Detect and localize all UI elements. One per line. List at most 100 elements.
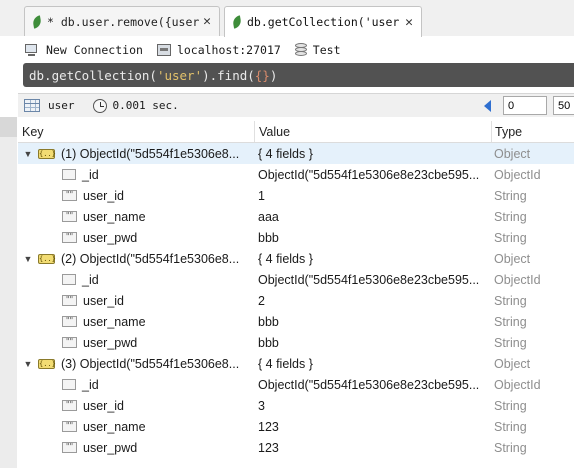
column-header-value[interactable]: Value — [255, 121, 492, 142]
field-row[interactable]: "" user_id 3 String — [18, 395, 574, 416]
document-label: (1) ObjectId("5d554f1e5306e8... — [61, 146, 240, 161]
field-row[interactable]: _id ObjectId("5d554f1e5306e8e23cbe595...… — [18, 374, 574, 395]
server-icon — [156, 43, 171, 56]
value-cell: { 4 fields } — [258, 251, 313, 266]
tab-title: db.getCollection('user'). — [247, 15, 401, 29]
query-method: ).find( — [202, 67, 255, 83]
skip-input[interactable] — [503, 96, 547, 115]
key-cell: "" user_id — [18, 185, 255, 206]
close-icon[interactable]: ✕ — [405, 15, 413, 30]
query-collection: 'user' — [156, 67, 203, 83]
field-key: _id — [82, 377, 99, 392]
field-row[interactable]: "" user_pwd 123 String — [18, 437, 574, 458]
type-cell: String — [494, 230, 527, 245]
key-cell: "" user_id — [18, 290, 255, 311]
value-cell: { 4 fields } — [258, 356, 313, 371]
value-cell: aaa — [258, 209, 279, 224]
connection-name-label: New Connection — [46, 42, 143, 57]
tab-strip: * db.user.remove({user_id: ✕ db.getColle… — [0, 0, 574, 37]
string-icon: "" — [62, 232, 77, 243]
field-key: user_id — [83, 293, 124, 308]
chevron-down-icon[interactable]: ▼ — [23, 254, 33, 264]
object-icon: {..} — [38, 148, 56, 159]
field-key: user_pwd — [83, 335, 138, 350]
document-row[interactable]: ▼ {..} (2) ObjectId("5d554f1e5306e8... {… — [18, 248, 574, 269]
key-cell: "" user_pwd — [18, 437, 255, 458]
type-cell: ObjectId — [494, 272, 541, 287]
field-key: user_name — [83, 419, 146, 434]
field-row[interactable]: "" user_name 123 String — [18, 416, 574, 437]
query-prefix: db.getCollection( — [29, 67, 157, 83]
pager — [484, 96, 574, 115]
field-key: _id — [82, 272, 99, 287]
chevron-down-icon[interactable]: ▼ — [23, 359, 33, 369]
limit-input[interactable] — [553, 96, 574, 115]
type-cell: String — [494, 419, 527, 434]
result-info-bar: user 0.001 sec. — [18, 93, 574, 117]
field-key: user_name — [83, 209, 146, 224]
value-cell: bbb — [258, 230, 279, 245]
connection-name[interactable]: New Connection — [24, 43, 143, 57]
document-label: (3) ObjectId("5d554f1e5306e8... — [61, 356, 240, 371]
key-cell: "" user_id — [18, 395, 255, 416]
objectid-icon — [62, 274, 76, 285]
type-cell: ObjectId — [494, 167, 541, 182]
key-cell: _id — [18, 269, 255, 290]
key-cell: ▼ {..} (2) ObjectId("5d554f1e5306e8... — [18, 248, 255, 269]
table-icon — [24, 99, 40, 112]
field-key: user_pwd — [83, 440, 138, 455]
result-collection: user — [48, 99, 75, 112]
field-row[interactable]: "" user_pwd bbb String — [18, 227, 574, 248]
type-cell: ObjectId — [494, 377, 541, 392]
document-row[interactable]: ▼ {..} (1) ObjectId("5d554f1e5306e8... {… — [18, 143, 574, 164]
tree-header: Key Value Type — [18, 121, 574, 143]
database-icon — [294, 42, 307, 57]
value-cell: { 4 fields } — [258, 146, 313, 161]
connection-bar: New Connection localhost:27017 Test — [0, 37, 574, 62]
prev-page-icon[interactable] — [484, 99, 491, 112]
field-row[interactable]: "" user_id 2 String — [18, 290, 574, 311]
objectid-icon — [62, 169, 76, 180]
field-row[interactable]: _id ObjectId("5d554f1e5306e8e23cbe595...… — [18, 164, 574, 185]
left-gutter — [0, 117, 17, 468]
query-editor[interactable]: db.getCollection('user').find({}) — [23, 63, 574, 87]
key-cell: ▼ {..} (1) ObjectId("5d554f1e5306e8... — [18, 143, 255, 164]
object-icon: {..} — [38, 253, 56, 264]
column-header-key[interactable]: Key — [18, 121, 255, 142]
close-icon[interactable]: ✕ — [203, 14, 211, 29]
string-icon: "" — [62, 190, 77, 201]
type-cell: Object — [494, 356, 531, 371]
field-row[interactable]: "" user_pwd bbb String — [18, 332, 574, 353]
document-row[interactable]: ▼ {..} (3) ObjectId("5d554f1e5306e8... {… — [18, 353, 574, 374]
connection-database[interactable]: Test — [294, 42, 341, 57]
value-cell: bbb — [258, 314, 279, 329]
value-cell: ObjectId("5d554f1e5306e8e23cbe595... — [258, 167, 480, 182]
string-icon: "" — [62, 400, 77, 411]
field-row[interactable]: "" user_id 1 String — [18, 185, 574, 206]
type-cell: String — [494, 293, 527, 308]
field-key: user_name — [83, 314, 146, 329]
field-row[interactable]: _id ObjectId("5d554f1e5306e8e23cbe595...… — [18, 269, 574, 290]
tab-title: * db.user.remove({user_id: — [47, 14, 200, 29]
connection-host[interactable]: localhost:27017 — [156, 42, 281, 57]
query-arg: {} — [254, 67, 270, 83]
key-cell: "" user_pwd — [18, 332, 255, 353]
field-row[interactable]: "" user_name bbb String — [18, 311, 574, 332]
key-cell: "" user_name — [18, 311, 255, 332]
type-cell: String — [494, 398, 527, 413]
field-key: user_id — [83, 398, 124, 413]
string-icon: "" — [62, 316, 77, 327]
result-time: 0.001 sec. — [112, 99, 179, 112]
tab-find-query[interactable]: db.getCollection('user'). ✕ — [224, 6, 422, 37]
tab-remove-query[interactable]: * db.user.remove({user_id: ✕ — [24, 6, 220, 36]
connection-host-label: localhost:27017 — [176, 42, 281, 57]
key-cell: ▼ {..} (3) ObjectId("5d554f1e5306e8... — [18, 353, 255, 374]
value-cell: bbb — [258, 335, 279, 350]
value-cell: 1 — [258, 188, 265, 203]
type-cell: String — [494, 335, 527, 350]
field-row[interactable]: "" user_name aaa String — [18, 206, 574, 227]
value-cell: 123 — [258, 419, 279, 434]
column-header-type[interactable]: Type — [492, 121, 574, 142]
chevron-down-icon[interactable]: ▼ — [23, 149, 33, 159]
string-icon: "" — [62, 295, 77, 306]
